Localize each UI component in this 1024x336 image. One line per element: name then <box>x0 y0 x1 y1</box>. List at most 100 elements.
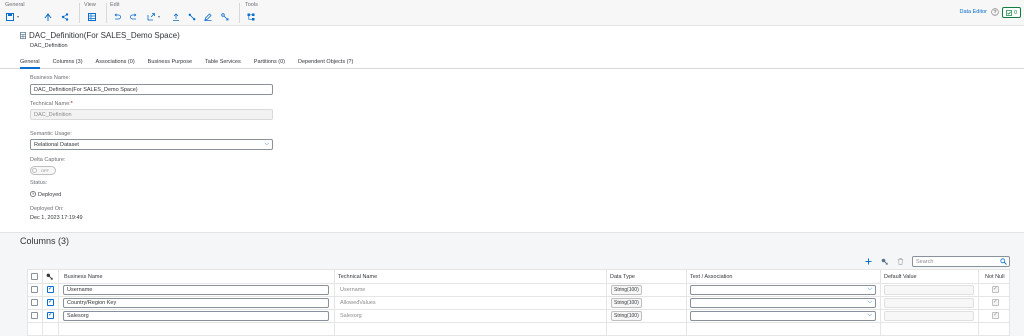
share-icon[interactable] <box>60 12 70 21</box>
tab-columns[interactable]: Columns (3) <box>53 57 83 69</box>
technical-name-label: Technical Name:* <box>30 101 73 107</box>
check-icon <box>1006 9 1012 16</box>
graph-tool-icon[interactable] <box>246 12 256 21</box>
row-divider <box>28 296 1009 297</box>
text-association-select[interactable]: ⌵ <box>690 285 876 295</box>
toolbar: General ▾ View Edit ▾ Tools Data Editor … <box>0 0 1024 26</box>
text-association-select[interactable]: ⌵ <box>690 311 876 321</box>
chevron-down-icon: ⌵ <box>867 299 872 305</box>
row-select-checkbox[interactable] <box>31 312 38 319</box>
tools-group-label: Tools <box>245 2 258 8</box>
row-divider <box>28 322 1009 323</box>
column-divider <box>42 270 43 335</box>
business-name-cell[interactable]: Username <box>63 285 329 295</box>
object-header: DAC_Definition(For SALES_Demo Space) DAC… <box>0 26 1024 69</box>
technical-name-input: DAC_Definition <box>30 109 273 120</box>
view-group: View <box>84 0 104 26</box>
data-editor-link[interactable]: Data Editor <box>959 9 987 15</box>
general-form: Business Name: DAC_Definition(For SALES_… <box>0 69 1024 233</box>
text-association-select[interactable]: ⌵ <box>690 298 876 308</box>
separator <box>106 3 107 23</box>
delta-capture-label: Delta Capture: <box>30 157 66 163</box>
semantic-usage-value: Relational Dataset <box>34 142 79 148</box>
delta-capture-toggle[interactable]: OFF <box>30 166 56 175</box>
undo-icon[interactable] <box>112 12 122 21</box>
semantic-usage-select[interactable]: Relational Dataset ⌵ <box>30 139 273 150</box>
separator <box>79 3 80 23</box>
key-checkbox[interactable] <box>47 298 54 306</box>
technical-name-label-text: Technical Name: <box>30 101 71 107</box>
technical-name-cell: Salesorg <box>340 313 362 319</box>
redo-icon[interactable] <box>129 12 139 21</box>
row-select-checkbox[interactable] <box>31 286 38 293</box>
header-not-null[interactable]: Not Null <box>985 270 1005 283</box>
key-settings-icon[interactable] <box>880 257 889 266</box>
tab-general[interactable]: General <box>20 57 40 69</box>
toggle-text: OFF <box>41 168 49 173</box>
clock-icon <box>30 191 36 197</box>
not-null-checkbox <box>992 298 999 306</box>
status-text: Deployed <box>38 192 62 198</box>
technical-name-cell: AllowedValues <box>340 300 376 306</box>
column-divider <box>978 270 979 335</box>
save-menu-chevron-icon[interactable]: ▾ <box>17 14 19 19</box>
toggle-knob <box>32 168 37 173</box>
header-default-value[interactable]: Default Value <box>884 270 917 283</box>
deploy-icon[interactable] <box>43 12 53 21</box>
chevron-down-icon: ⌵ <box>867 312 872 318</box>
row-select-checkbox[interactable] <box>31 299 38 306</box>
tab-associations[interactable]: Associations (0) <box>96 57 135 69</box>
export-menu-chevron-icon[interactable]: ▾ <box>158 14 160 19</box>
default-value-cell <box>884 311 974 321</box>
validation-count: 0 <box>1013 9 1018 16</box>
data-type-cell[interactable]: String(100) <box>611 285 642 295</box>
deployed-on-value: Dec 1, 2023 17:19:49 <box>30 215 83 221</box>
upload-icon[interactable] <box>171 12 181 21</box>
required-marker: * <box>70 101 73 107</box>
tab-business-purpose[interactable]: Business Purpose <box>148 57 192 69</box>
table-icon <box>20 32 26 39</box>
edit-pencil-icon[interactable] <box>203 12 213 21</box>
connect-icon[interactable] <box>187 12 197 21</box>
delete-icon[interactable] <box>896 257 905 266</box>
header-text-association[interactable]: Text / Association <box>690 270 733 283</box>
business-name-cell[interactable]: Country/Region Key <box>63 298 329 308</box>
save-icon[interactable] <box>5 12 15 21</box>
key-checkbox[interactable] <box>47 311 54 319</box>
search-icon[interactable] <box>1000 258 1007 265</box>
export-icon[interactable] <box>146 12 156 21</box>
select-all-checkbox[interactable] <box>31 273 38 280</box>
column-divider <box>334 270 335 335</box>
table-view-icon[interactable] <box>87 12 97 21</box>
search-input[interactable]: Search <box>912 256 1010 267</box>
data-type-cell[interactable]: String(100) <box>611 311 642 321</box>
business-name-cell[interactable]: Salesorg <box>63 311 329 321</box>
page-title: DAC_Definition(For SALES_Demo Space) <box>29 31 180 40</box>
tools-group: Tools <box>245 0 265 26</box>
tab-table-services[interactable]: Table Services <box>205 57 241 69</box>
data-type-cell[interactable]: String(100) <box>611 298 642 308</box>
tab-partitions[interactable]: Partitions (0) <box>254 57 285 69</box>
chevron-down-icon: ⌵ <box>867 286 872 292</box>
search-placeholder: Search <box>916 259 934 265</box>
tab-dependent-objects[interactable]: Dependent Objects (?) <box>298 57 353 69</box>
default-value-cell <box>884 298 974 308</box>
validation-badge[interactable]: 0 <box>1002 7 1021 18</box>
technical-name-cell: Username <box>340 287 366 293</box>
key-checkbox[interactable] <box>47 285 54 293</box>
business-name-input[interactable]: DAC_Definition(For SALES_Demo Space) <box>30 84 273 95</box>
not-null-checkbox <box>992 311 999 319</box>
add-icon[interactable] <box>864 257 873 266</box>
help-icon[interactable] <box>991 8 999 16</box>
header-business-name[interactable]: Business Name <box>64 270 103 283</box>
general-group: General ▾ <box>5 0 75 26</box>
columns-table: Business Name Technical Name Data Type T… <box>27 269 1010 336</box>
header-data-type[interactable]: Data Type <box>610 270 635 283</box>
row-divider <box>28 283 1009 284</box>
lineage-icon[interactable] <box>220 12 230 21</box>
column-divider <box>880 270 881 335</box>
view-group-label: View <box>84 2 96 8</box>
header-technical-name[interactable]: Technical Name <box>338 270 377 283</box>
row-divider <box>28 309 1009 310</box>
edit-group-label: Edit <box>110 2 120 8</box>
